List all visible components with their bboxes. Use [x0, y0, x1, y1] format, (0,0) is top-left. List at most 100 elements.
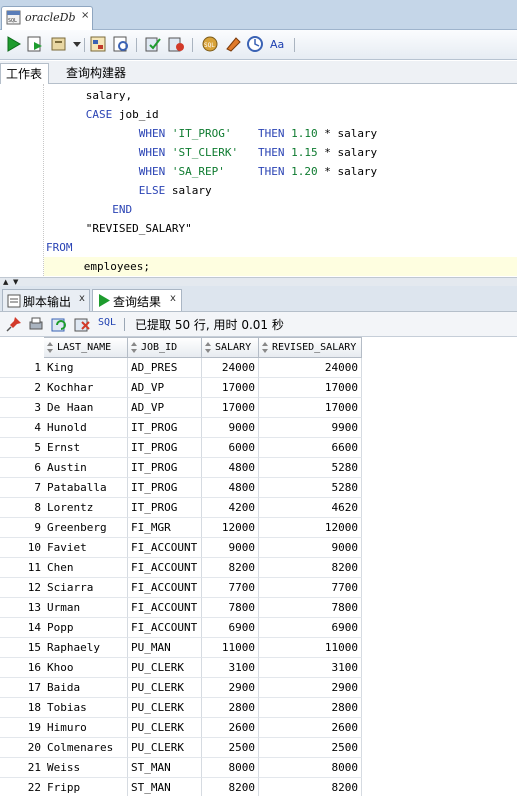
job-id-cell[interactable]: FI_ACCOUNT [128, 618, 202, 638]
last-name-cell[interactable]: Austin [44, 458, 128, 478]
code-line[interactable]: employees; [44, 257, 517, 276]
rollback-icon[interactable] [167, 35, 185, 53]
close-icon[interactable]: × [81, 10, 89, 21]
revised-salary-cell[interactable]: 9900 [259, 418, 362, 438]
last-name-cell[interactable]: Weiss [44, 758, 128, 778]
history-icon[interactable] [246, 35, 264, 53]
tab-query-builder[interactable]: 查询构建器 [66, 64, 126, 81]
table-row[interactable]: 18 Tobias PU_CLERK 2800 2800 [0, 698, 362, 718]
table-row[interactable]: 19 Himuro PU_CLERK 2600 2600 [0, 718, 362, 738]
code-line[interactable]: salary, [46, 86, 132, 105]
table-row[interactable]: 12 Sciarra FI_ACCOUNT 7700 7700 [0, 578, 362, 598]
column-header-salary[interactable]: SALARY [202, 337, 259, 358]
job-id-cell[interactable]: IT_PROG [128, 498, 202, 518]
revised-salary-cell[interactable]: 5280 [259, 458, 362, 478]
salary-cell[interactable]: 2800 [202, 698, 259, 718]
salary-cell[interactable]: 17000 [202, 398, 259, 418]
sort-icon[interactable] [205, 342, 211, 353]
clear-icon[interactable] [224, 35, 242, 53]
last-name-cell[interactable]: Ernst [44, 438, 128, 458]
last-name-cell[interactable]: Baida [44, 678, 128, 698]
last-name-cell[interactable]: Greenberg [44, 518, 128, 538]
revised-salary-cell[interactable]: 12000 [259, 518, 362, 538]
salary-cell[interactable]: 24000 [202, 358, 259, 378]
salary-cell[interactable]: 6900 [202, 618, 259, 638]
last-name-cell[interactable]: Lorentz [44, 498, 128, 518]
last-name-cell[interactable]: Sciarra [44, 578, 128, 598]
salary-cell[interactable]: 8000 [202, 758, 259, 778]
last-name-cell[interactable]: Raphaely [44, 638, 128, 658]
table-row[interactable]: 11 Chen FI_ACCOUNT 8200 8200 [0, 558, 362, 578]
last-name-cell[interactable]: Fripp [44, 778, 128, 796]
job-id-cell[interactable]: PU_CLERK [128, 698, 202, 718]
job-id-cell[interactable]: ST_MAN [128, 778, 202, 796]
job-id-cell[interactable]: FI_ACCOUNT [128, 598, 202, 618]
revised-salary-cell[interactable]: 7700 [259, 578, 362, 598]
job-id-cell[interactable]: IT_PROG [128, 418, 202, 438]
salary-cell[interactable]: 3100 [202, 658, 259, 678]
sort-icon[interactable] [131, 342, 137, 353]
job-id-cell[interactable]: PU_CLERK [128, 718, 202, 738]
job-id-cell[interactable]: IT_PROG [128, 458, 202, 478]
revised-salary-cell[interactable]: 2500 [259, 738, 362, 758]
dropdown-icon[interactable] [72, 35, 82, 53]
salary-cell[interactable]: 17000 [202, 378, 259, 398]
revised-salary-cell[interactable]: 24000 [259, 358, 362, 378]
salary-cell[interactable]: 9000 [202, 538, 259, 558]
last-name-cell[interactable]: Chen [44, 558, 128, 578]
tab-worksheet[interactable]: 工作表 [0, 63, 50, 84]
revised-salary-cell[interactable]: 11000 [259, 638, 362, 658]
revised-salary-cell[interactable]: 2900 [259, 678, 362, 698]
run-script-icon[interactable] [26, 35, 44, 53]
revised-salary-cell[interactable]: 5280 [259, 478, 362, 498]
table-row[interactable]: 7 Pataballa IT_PROG 4800 5280 [0, 478, 362, 498]
table-row[interactable]: 6 Austin IT_PROG 4800 5280 [0, 458, 362, 478]
job-id-cell[interactable]: FI_ACCOUNT [128, 558, 202, 578]
pin-icon[interactable] [6, 316, 22, 332]
refresh-icon[interactable] [51, 316, 67, 332]
job-id-cell[interactable]: IT_PROG [128, 438, 202, 458]
last-name-cell[interactable]: Himuro [44, 718, 128, 738]
sql-tuning-icon[interactable]: SQL [201, 35, 219, 53]
salary-cell[interactable]: 2900 [202, 678, 259, 698]
collapse-up-icon[interactable]: ▲ [3, 278, 8, 286]
last-name-cell[interactable]: Khoo [44, 658, 128, 678]
job-id-cell[interactable]: PU_CLERK [128, 678, 202, 698]
table-row[interactable]: 9 Greenberg FI_MGR 12000 12000 [0, 518, 362, 538]
revised-salary-cell[interactable]: 7800 [259, 598, 362, 618]
table-row[interactable]: 16 Khoo PU_CLERK 3100 3100 [0, 658, 362, 678]
tab-query-result[interactable]: 查询结果 x [92, 289, 182, 311]
salary-cell[interactable]: 4200 [202, 498, 259, 518]
collapse-down-icon[interactable]: ▼ [13, 278, 18, 286]
revised-salary-cell[interactable]: 6900 [259, 618, 362, 638]
job-id-cell[interactable]: FI_ACCOUNT [128, 538, 202, 558]
salary-cell[interactable]: 7800 [202, 598, 259, 618]
commit-transaction-icon[interactable] [144, 35, 162, 53]
cancel-query-icon[interactable] [74, 316, 90, 332]
table-row[interactable]: 3 De Haan AD_VP 17000 17000 [0, 398, 362, 418]
column-header-job-id[interactable]: JOB_ID [128, 337, 202, 358]
job-id-cell[interactable]: AD_VP [128, 398, 202, 418]
last-name-cell[interactable]: Hunold [44, 418, 128, 438]
table-row[interactable]: 13 Urman FI_ACCOUNT 7800 7800 [0, 598, 362, 618]
explain-plan-icon[interactable] [89, 35, 107, 53]
code-line[interactable]: CASE job_id [46, 105, 159, 124]
last-name-cell[interactable]: Faviet [44, 538, 128, 558]
code-line[interactable]: FROM [46, 238, 73, 257]
salary-cell[interactable]: 7700 [202, 578, 259, 598]
table-row[interactable]: 21 Weiss ST_MAN 8000 8000 [0, 758, 362, 778]
autotrace-icon[interactable] [112, 35, 130, 53]
salary-cell[interactable]: 6000 [202, 438, 259, 458]
code-line[interactable]: WHEN 'SA_REP' THEN 1.20 * salary [46, 162, 377, 181]
code-line[interactable]: ELSE salary [46, 181, 212, 200]
column-header-last-name[interactable]: LAST_NAME [44, 337, 128, 358]
sort-icon[interactable] [47, 342, 53, 353]
job-id-cell[interactable]: FI_ACCOUNT [128, 578, 202, 598]
job-id-cell[interactable]: IT_PROG [128, 478, 202, 498]
last-name-cell[interactable]: Urman [44, 598, 128, 618]
table-row[interactable]: 1 King AD_PRES 24000 24000 [0, 358, 362, 378]
run-statement-icon[interactable] [4, 35, 22, 53]
revised-salary-cell[interactable]: 17000 [259, 398, 362, 418]
last-name-cell[interactable]: Popp [44, 618, 128, 638]
revised-salary-cell[interactable]: 2600 [259, 718, 362, 738]
